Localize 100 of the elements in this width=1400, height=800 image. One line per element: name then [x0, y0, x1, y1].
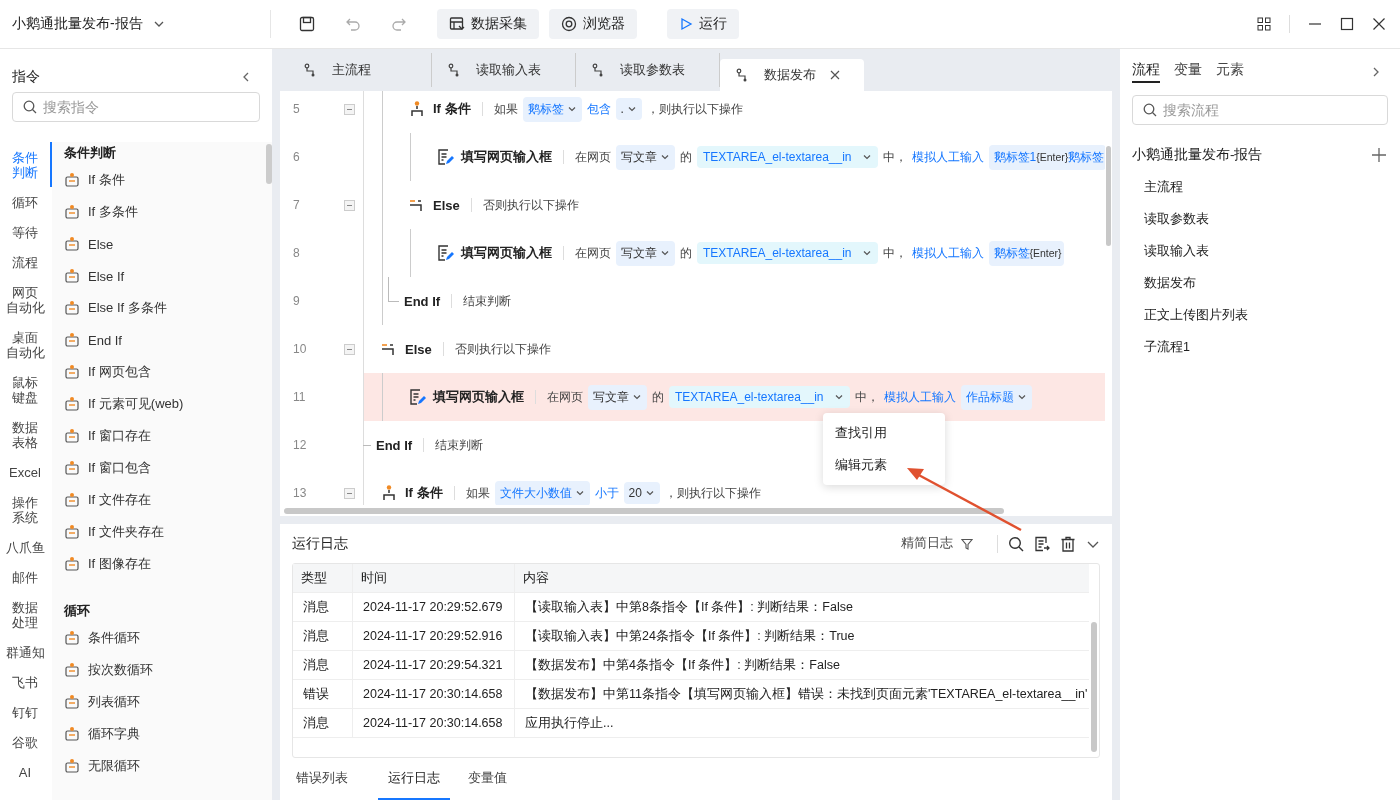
code-line[interactable]: 6 填写网页输入框 在网页 写文章 的 TEXTAREA_el-textarea__in 中， 模拟人工输入 鹅标签1{Enter}鹅标签: [280, 133, 1105, 181]
category-tab[interactable]: 邮件: [0, 562, 52, 592]
command-item[interactable]: 按次数循环: [64, 654, 266, 686]
editor-tab[interactable]: 数据发布: [720, 59, 864, 91]
panel-tab[interactable]: 变量: [1174, 61, 1202, 83]
code-line[interactable]: 9 End If 结束判断: [280, 277, 1105, 325]
category-tab[interactable]: 操作 系统: [0, 487, 52, 532]
search-input[interactable]: 搜索指令: [41, 98, 249, 116]
param-dropdown[interactable]: .: [615, 98, 642, 120]
command-item[interactable]: Else If 多条件: [64, 292, 266, 324]
category-tab[interactable]: 数据 表格: [0, 412, 52, 457]
element-dropdown[interactable]: TEXTAREA_el-textarea__in: [669, 386, 850, 408]
toolbar-button[interactable]: 数据采集: [437, 9, 539, 39]
project-name[interactable]: 小鹅通批量发布-报告: [1132, 146, 1263, 164]
category-tab[interactable]: 飞书: [0, 667, 52, 697]
editor-tab[interactable]: 主流程: [288, 53, 432, 87]
code-line[interactable]: 10 Else 否则执行以下操作: [280, 325, 1105, 373]
search-input[interactable]: 搜索流程: [1161, 101, 1377, 119]
save-icon[interactable]: [299, 16, 315, 32]
collapse-toggle[interactable]: [344, 104, 355, 115]
category-tab[interactable]: 数据 处理: [0, 592, 52, 637]
param-dropdown[interactable]: 写文章: [616, 240, 675, 266]
category-tab[interactable]: 鼠标 键盘: [0, 367, 52, 412]
log-tab[interactable]: 错误列表: [292, 758, 364, 800]
export-icon[interactable]: [1034, 535, 1050, 552]
collapse-toggle[interactable]: [344, 200, 355, 211]
command-item[interactable]: If 图像存在: [64, 548, 266, 580]
param-dropdown[interactable]: 文件大小数值: [494, 480, 590, 505]
code-line[interactable]: 7 Else 否则执行以下操作: [280, 181, 1105, 229]
add-icon[interactable]: [1372, 148, 1386, 162]
flow-item[interactable]: 数据发布: [1132, 267, 1388, 299]
command-item[interactable]: If 窗口存在: [64, 420, 266, 452]
log-tab[interactable]: 运行日志: [378, 758, 450, 800]
search-icon[interactable]: [1008, 535, 1024, 552]
category-tab[interactable]: 流程: [0, 247, 52, 277]
operator-link[interactable]: 模拟人工输入: [911, 148, 984, 166]
close-icon[interactable]: [1372, 17, 1386, 31]
param-dropdown[interactable]: 写文章: [588, 384, 647, 410]
toolbar-button[interactable]: 浏览器: [549, 9, 637, 39]
search-field[interactable]: 搜索指令: [12, 92, 260, 122]
maximize-icon[interactable]: [1340, 17, 1354, 31]
project-title[interactable]: 小鹅通批量发布-报告: [12, 15, 143, 33]
collapse-toggle[interactable]: [344, 488, 355, 499]
element-dropdown[interactable]: TEXTAREA_el-textarea__in: [697, 146, 878, 168]
command-item[interactable]: If 网页包含: [64, 356, 266, 388]
command-item[interactable]: 列表循环: [64, 686, 266, 718]
line-number: 12: [292, 438, 307, 452]
command-item[interactable]: If 多条件: [64, 196, 266, 228]
operator-link[interactable]: 小于: [594, 484, 619, 502]
log-tab[interactable]: 变量值: [464, 758, 523, 800]
code-line[interactable]: 5 If 条件 如果 鹅标签 包含 . ，则执行以下操作: [280, 91, 1105, 133]
delete-icon[interactable]: [1060, 535, 1076, 552]
category-tab[interactable]: Excel: [0, 457, 52, 487]
flow-item[interactable]: 读取输入表: [1132, 235, 1388, 267]
command-item[interactable]: If 文件存在: [64, 484, 266, 516]
search-field[interactable]: 搜索流程: [1132, 95, 1388, 125]
command-item[interactable]: Else: [64, 228, 266, 260]
category-tab[interactable]: 谷歌: [0, 727, 52, 757]
toolbar-button[interactable]: 运行: [667, 9, 739, 39]
operator-link[interactable]: 包含: [586, 100, 611, 118]
command-item[interactable]: If 元素可见(web): [64, 388, 266, 420]
panel-tab[interactable]: 元素: [1216, 61, 1244, 83]
menu-item[interactable]: 编辑元素: [823, 449, 945, 481]
editor-tab[interactable]: 读取输入表: [432, 53, 576, 87]
filter-button[interactable]: 精简日志: [895, 534, 979, 553]
panel-tab[interactable]: 流程: [1132, 61, 1160, 83]
code-line[interactable]: 8 填写网页输入框 在网页 写文章 的 TEXTAREA_el-textarea__in 中， 模拟人工输入 鹅标签{Enter}: [280, 229, 1105, 277]
command-item[interactable]: If 窗口包含: [64, 452, 266, 484]
category-tab[interactable]: 等待: [0, 217, 52, 247]
operator-link[interactable]: 模拟人工输入: [911, 244, 984, 262]
flow-item[interactable]: 主流程: [1132, 171, 1388, 203]
flow-item[interactable]: 读取参数表: [1132, 203, 1388, 235]
category-tab[interactable]: 群通知: [0, 637, 52, 667]
close-icon[interactable]: [830, 70, 840, 80]
apps-icon[interactable]: [1257, 17, 1271, 31]
input-value[interactable]: 鹅标签{Enter}: [988, 240, 1064, 266]
command-item[interactable]: 无限循环: [64, 750, 266, 782]
category-tab[interactable]: AI: [0, 757, 52, 787]
operator-link[interactable]: 模拟人工输入: [883, 388, 956, 406]
command-item[interactable]: 条件循环: [64, 622, 266, 654]
command-item[interactable]: If 文件夹存在: [64, 516, 266, 548]
category-tab[interactable]: 网页 自动化: [0, 277, 52, 322]
command-item[interactable]: If 条件: [64, 164, 266, 196]
category-tab[interactable]: 钉钉: [0, 697, 52, 727]
command-item[interactable]: 循环字典: [64, 718, 266, 750]
category-tab[interactable]: 桌面 自动化: [0, 322, 52, 367]
input-value[interactable]: 鹅标签1{Enter}鹅标签: [988, 144, 1105, 170]
param-dropdown[interactable]: 写文章: [616, 144, 675, 170]
param-dropdown[interactable]: 鹅标签: [522, 96, 582, 122]
param-dropdown[interactable]: 作品标题: [960, 384, 1032, 410]
collapse-toggle[interactable]: [344, 344, 355, 355]
category-tab[interactable]: 循环: [0, 187, 52, 217]
command-item[interactable]: Else If: [64, 260, 266, 292]
command-item[interactable]: End If: [64, 324, 266, 356]
flow-item[interactable]: 子流程1: [1132, 331, 1388, 363]
element-dropdown[interactable]: TEXTAREA_el-textarea__in: [697, 242, 878, 264]
param-dropdown[interactable]: 20: [623, 482, 660, 504]
category-tab[interactable]: 八爪鱼: [0, 532, 52, 562]
flow-item[interactable]: 正文上传图片列表: [1132, 299, 1388, 331]
instruction-text: 结束判断: [463, 292, 512, 310]
